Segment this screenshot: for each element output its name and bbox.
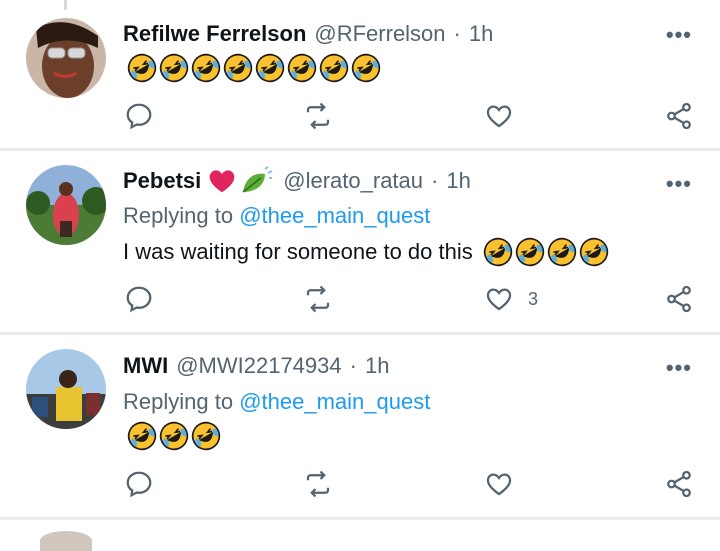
rofl-emoji xyxy=(547,237,577,267)
mention-link[interactable]: @thee_main_quest xyxy=(239,203,430,228)
rofl-emoji xyxy=(223,53,253,83)
emoji-group xyxy=(483,237,611,267)
tweet-text: I was waiting for someone to do this xyxy=(123,237,611,267)
tweet-actions xyxy=(0,469,720,505)
like-button[interactable]: 3 xyxy=(484,284,538,314)
rofl-emoji xyxy=(483,237,513,267)
emoji-group xyxy=(127,421,223,451)
avatar[interactable] xyxy=(40,531,92,551)
leaf-fluttering-emoji xyxy=(242,166,273,193)
retweet-button[interactable] xyxy=(303,101,333,131)
tweet-header: MWI @MWI22174934 · 1h xyxy=(123,351,389,381)
rofl-emoji xyxy=(127,53,157,83)
more-icon[interactable]: ••• xyxy=(666,173,692,195)
red-heart-emoji xyxy=(209,170,235,193)
heart-icon xyxy=(484,284,514,314)
more-icon[interactable]: ••• xyxy=(666,24,692,46)
display-name[interactable]: Refilwe Ferrelson xyxy=(123,21,306,47)
tweet-text-content: I was waiting for someone to do this xyxy=(123,239,479,264)
heart-icon xyxy=(484,101,514,131)
retweet-button[interactable] xyxy=(303,284,333,314)
share-icon xyxy=(664,469,694,499)
like-button[interactable] xyxy=(484,101,528,131)
heart-icon xyxy=(484,469,514,499)
replying-to: Replying to @thee_main_quest xyxy=(123,203,430,229)
share-button[interactable] xyxy=(664,101,694,131)
rofl-emoji xyxy=(579,237,609,267)
reply-button[interactable] xyxy=(124,469,154,499)
mention-link[interactable]: @thee_main_quest xyxy=(239,389,430,414)
reply-icon xyxy=(124,469,154,499)
timestamp[interactable]: 1h xyxy=(365,353,389,379)
share-button[interactable] xyxy=(664,284,694,314)
user-handle[interactable]: @RFerrelson xyxy=(314,21,445,47)
avatar[interactable] xyxy=(26,349,106,429)
like-count: 3 xyxy=(528,288,539,309)
rofl-emoji xyxy=(255,53,285,83)
tweet-actions: 3 xyxy=(0,284,720,320)
rofl-emoji xyxy=(319,53,349,83)
reply-button[interactable] xyxy=(124,101,154,131)
tweet[interactable]: Pebetsi @lerato_ratau · 1h ••• Replying … xyxy=(0,151,720,333)
replying-to-label: Replying to xyxy=(123,389,240,414)
tweet-text xyxy=(123,421,223,451)
rofl-emoji xyxy=(515,237,545,267)
timestamp[interactable]: 1h xyxy=(469,21,493,47)
timestamp[interactable]: 1h xyxy=(446,168,470,194)
avatar[interactable] xyxy=(26,165,106,245)
retweet-icon xyxy=(303,469,333,499)
replying-to-label: Replying to xyxy=(123,203,240,228)
emoji-group xyxy=(127,53,383,83)
rofl-emoji xyxy=(191,53,221,83)
separator: · xyxy=(349,353,357,378)
retweet-button[interactable] xyxy=(303,469,333,499)
rofl-emoji xyxy=(159,421,189,451)
separator: · xyxy=(431,168,439,193)
share-icon xyxy=(664,284,694,314)
tweet-header: Pebetsi @lerato_ratau · 1h xyxy=(123,166,471,196)
display-name[interactable]: Pebetsi xyxy=(123,168,201,194)
tweet-actions xyxy=(0,101,720,137)
retweet-icon xyxy=(303,284,333,314)
tweet-text xyxy=(123,53,383,83)
rofl-emoji xyxy=(287,53,317,83)
avatar[interactable] xyxy=(26,18,106,98)
reply-icon xyxy=(124,101,154,131)
like-button[interactable] xyxy=(484,469,528,499)
reply-button[interactable] xyxy=(124,284,154,314)
tweet[interactable]: Refilwe Ferrelson @RFerrelson · 1h ••• xyxy=(0,0,720,150)
rofl-emoji xyxy=(191,421,221,451)
tweet[interactable]: MWI @MWI22174934 · 1h ••• Replying to @t… xyxy=(0,335,720,517)
reply-icon xyxy=(124,284,154,314)
retweet-icon xyxy=(303,101,333,131)
share-icon xyxy=(664,101,694,131)
separator: · xyxy=(453,21,461,46)
divider xyxy=(0,517,720,520)
rofl-emoji xyxy=(159,53,189,83)
user-handle[interactable]: @MWI22174934 xyxy=(176,353,341,379)
more-icon[interactable]: ••• xyxy=(666,357,692,379)
rofl-emoji xyxy=(351,53,381,83)
user-handle[interactable]: @lerato_ratau xyxy=(283,168,423,194)
display-name[interactable]: MWI xyxy=(123,353,168,379)
tweet-header: Refilwe Ferrelson @RFerrelson · 1h xyxy=(123,19,493,49)
rofl-emoji xyxy=(127,421,157,451)
share-button[interactable] xyxy=(664,469,694,499)
replying-to: Replying to @thee_main_quest xyxy=(123,389,430,415)
